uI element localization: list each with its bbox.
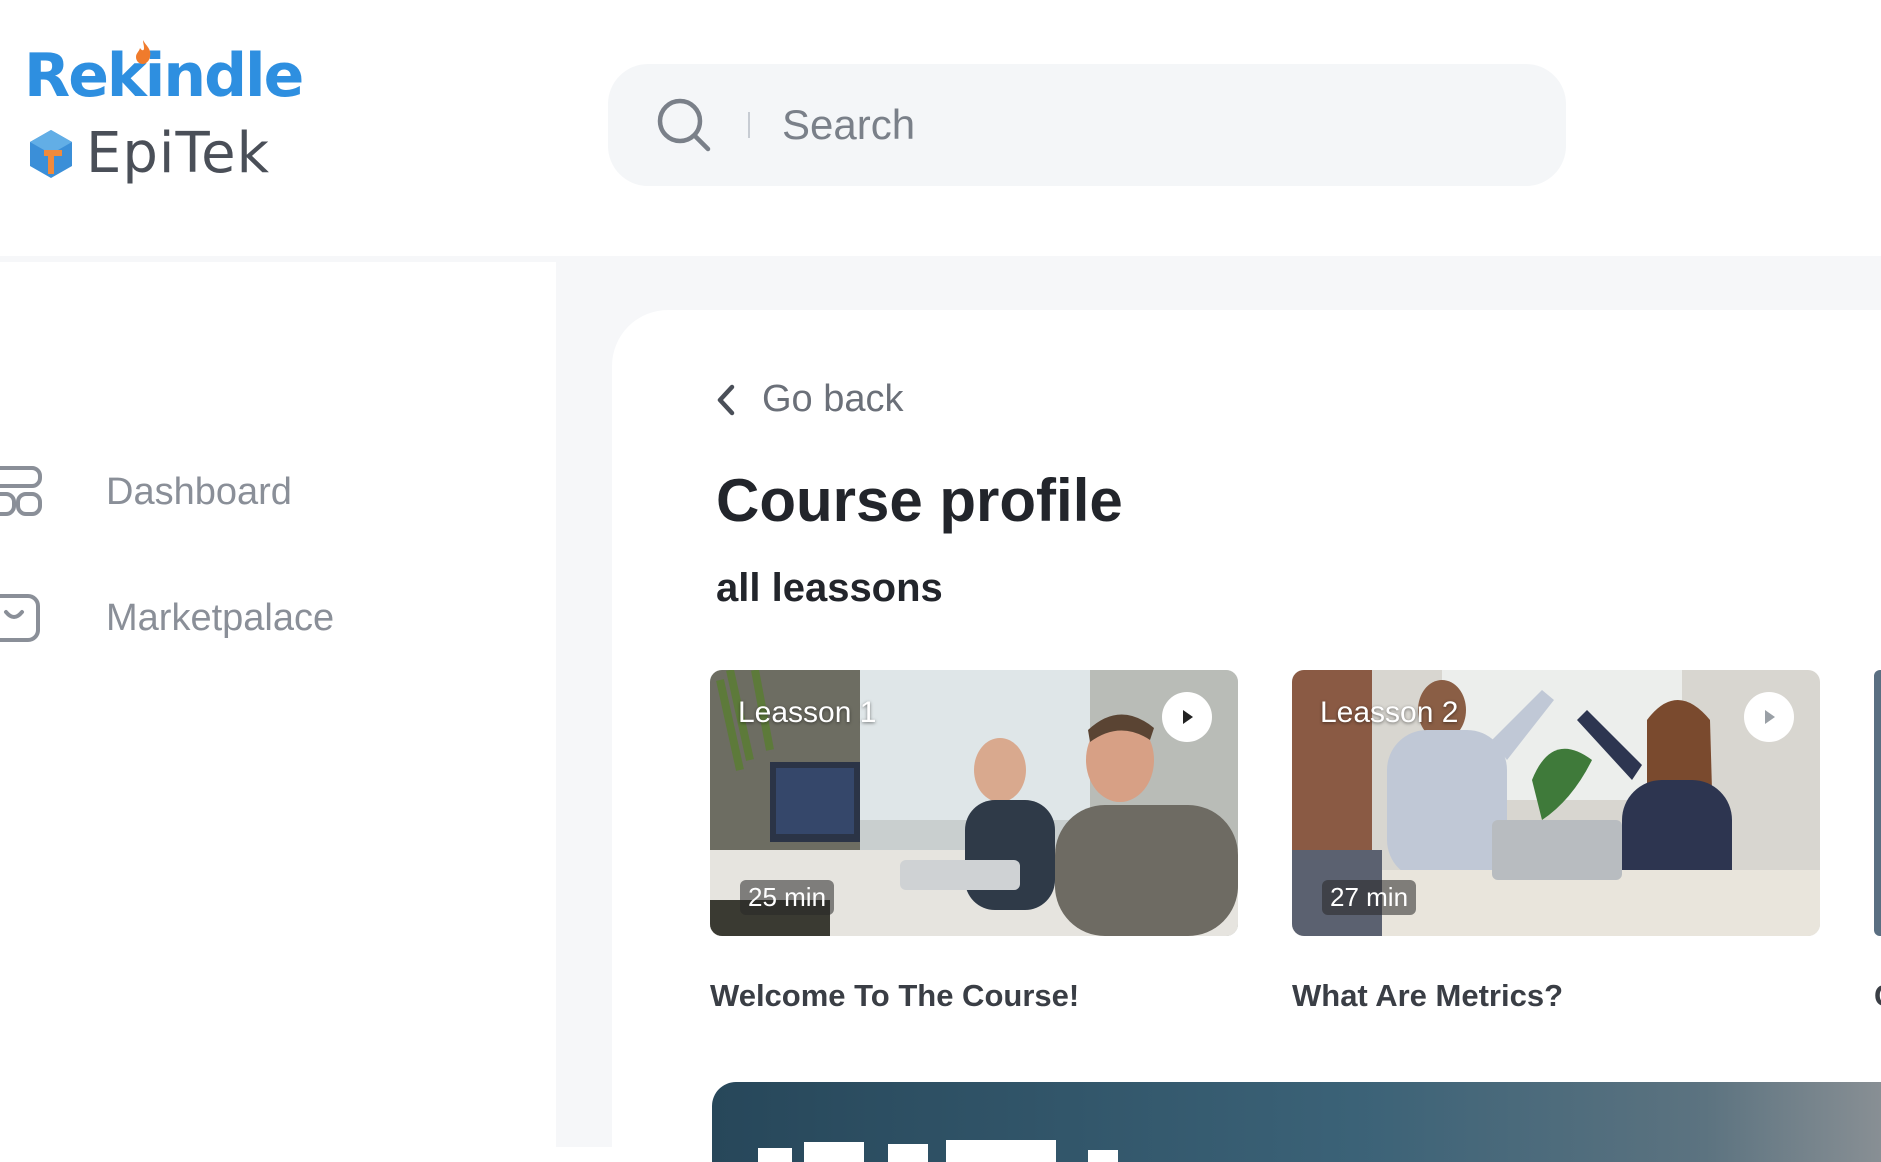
lesson-title: Welcome To The Course!: [710, 978, 1080, 1013]
marketplace-icon: [0, 594, 40, 642]
play-icon: [1765, 710, 1775, 724]
search-icon: [657, 98, 711, 152]
sidebar-item-label: Dashboard: [106, 470, 292, 513]
banner-heading-cropped: [758, 1140, 1118, 1162]
sidebar: Dashboard Marketpalace: [0, 262, 556, 1147]
lesson-card-3-thumbnail[interactable]: [1874, 670, 1881, 936]
course-profile-card: Go back Course profile all leassons Leas…: [612, 310, 1881, 1162]
epitek-mark-icon: [30, 130, 72, 178]
flame-icon: [136, 40, 151, 64]
lesson-card-3-title: C: [1874, 978, 1881, 1008]
lesson-tag: Leasson 2: [1320, 696, 1459, 729]
brand-logo[interactable]: Rekindle EpiTek: [24, 40, 304, 190]
go-back-label: Go back: [762, 378, 904, 420]
lesson-duration: 25 min: [740, 880, 835, 915]
lesson-thumbnail[interactable]: Leasson 2 27 min: [1292, 670, 1820, 936]
play-button[interactable]: [1744, 692, 1794, 742]
play-icon: [1183, 710, 1193, 724]
lesson-tag: Leasson 1: [738, 696, 877, 729]
lesson-card-2[interactable]: Leasson 2 27 min What Are Metrics?: [1292, 670, 1820, 1013]
lesson-title: What Are Metrics?: [1292, 978, 1564, 1013]
sidebar-item-dashboard[interactable]: Dashboard: [0, 462, 292, 522]
page-title: Course profile: [716, 467, 1123, 534]
course-banner[interactable]: [712, 1082, 1881, 1162]
lesson-duration: 27 min: [1322, 880, 1417, 915]
play-button[interactable]: [1162, 692, 1212, 742]
chevron-left-icon: [717, 384, 735, 415]
lesson-thumbnail[interactable]: Leasson 1 25 min: [710, 670, 1238, 936]
sidebar-item-marketplace[interactable]: Marketpalace: [0, 588, 334, 648]
brand-name-bottom: EpiTek: [86, 121, 271, 186]
section-title: all leassons: [716, 566, 943, 610]
sidebar-item-label: Marketpalace: [106, 596, 335, 639]
lesson-card-1[interactable]: Leasson 1 25 min Welcome To The Course!: [710, 670, 1238, 1013]
brand-name-top: Rekindle: [24, 41, 304, 111]
search-input[interactable]: [780, 100, 1484, 150]
search-bar[interactable]: [608, 64, 1566, 186]
dashboard-icon: [0, 466, 42, 516]
go-back-link[interactable]: Go back: [716, 378, 904, 421]
search-divider: [748, 112, 750, 138]
